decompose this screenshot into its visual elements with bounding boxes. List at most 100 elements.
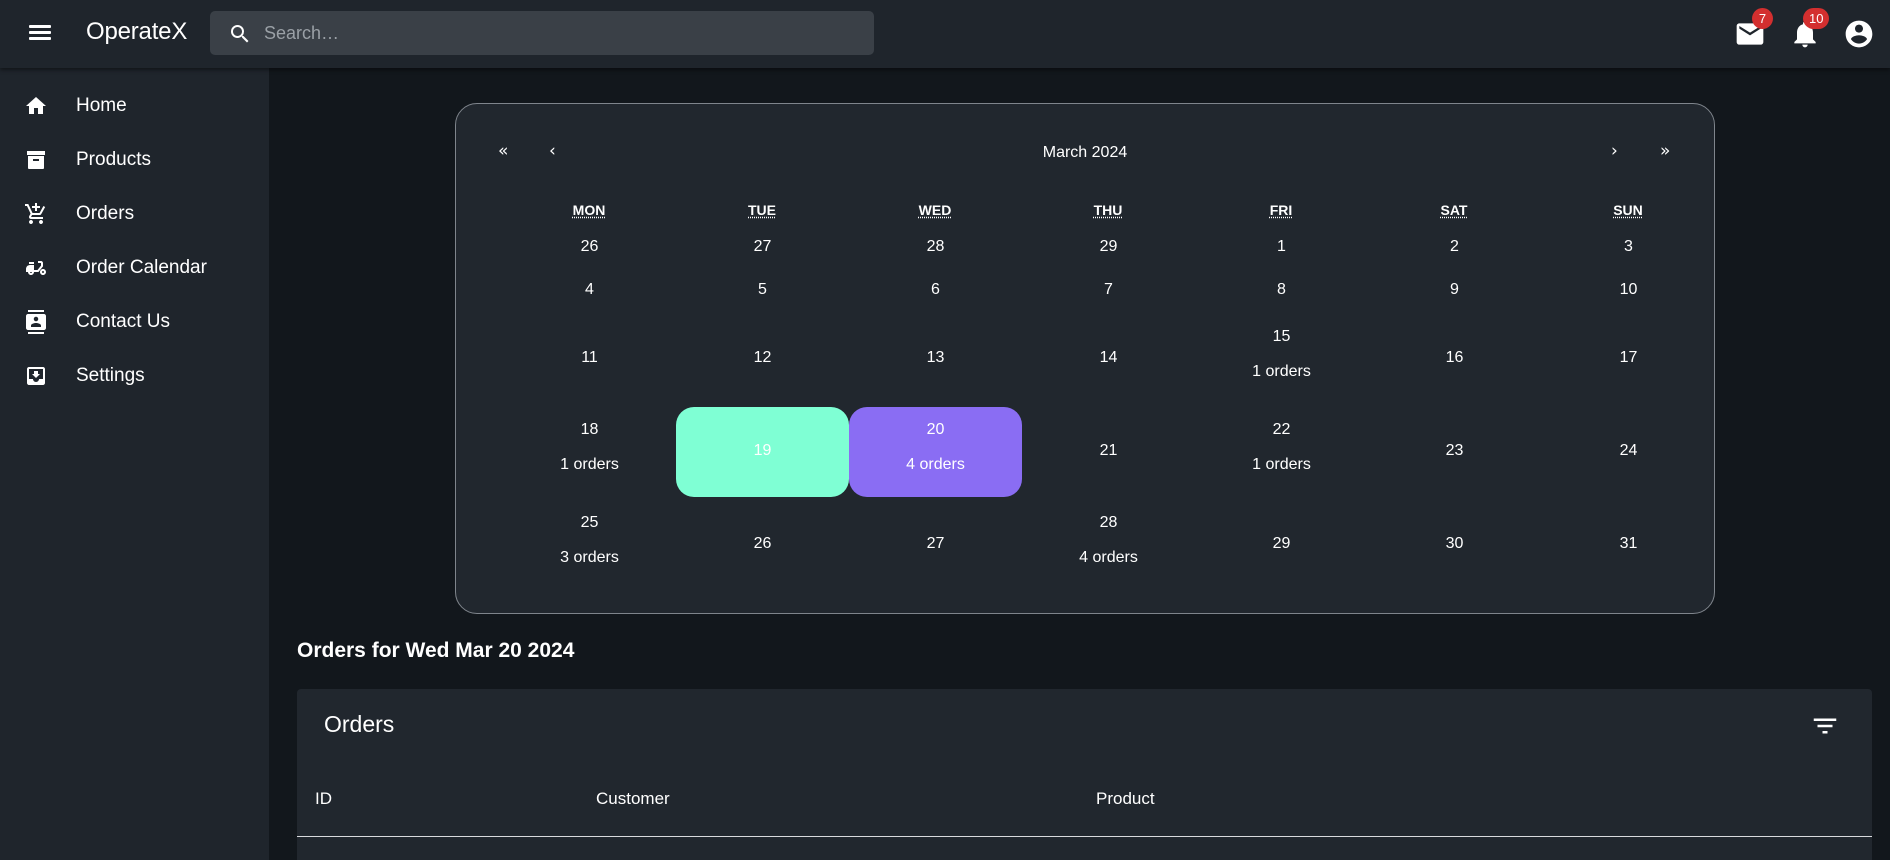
orders-date-heading: Orders for Wed Mar 20 2024 (297, 639, 574, 663)
mail-badge: 7 (1752, 8, 1773, 29)
search-box[interactable] (210, 11, 874, 55)
calendar-day-selected[interactable]: 20 4 orders (849, 407, 1022, 497)
calendar-day[interactable]: 9 (1368, 271, 1541, 311)
sidebar-item-settings[interactable]: Settings (0, 351, 269, 401)
orders-table-card: Orders ID Customer Product (297, 689, 1872, 860)
contact-icon (24, 310, 48, 334)
calendar-day[interactable]: 16 (1368, 314, 1541, 404)
day-number: 24 (1542, 442, 1715, 460)
calendar-day[interactable]: 27 (676, 228, 849, 268)
account-circle-icon (1843, 18, 1875, 50)
account-button[interactable] (1843, 18, 1875, 50)
archive-icon (24, 148, 48, 172)
calendar-day-today[interactable]: 19 (676, 407, 849, 497)
next-year-button[interactable]: » (1660, 141, 1670, 161)
search-input[interactable] (264, 11, 854, 55)
filter-button[interactable] (1810, 711, 1840, 741)
calendar-day[interactable]: 13 (849, 314, 1022, 404)
calendar-day[interactable]: 7 (1022, 271, 1195, 311)
calendar-day[interactable]: 11 (503, 314, 676, 404)
calendar-day[interactable]: 23 (1368, 407, 1541, 497)
sidebar-item-home[interactable]: Home (0, 81, 269, 131)
day-order-count: 3 orders (503, 549, 676, 567)
day-number: 12 (676, 349, 849, 367)
sidebar: Home Products Orders Order Calendar Cont… (0, 68, 269, 860)
menu-icon[interactable] (26, 22, 54, 46)
calendar-day[interactable]: 1 (1195, 228, 1368, 268)
calendar-day[interactable]: 15 1 orders (1195, 314, 1368, 404)
day-number: 26 (503, 238, 676, 256)
calendar-day[interactable]: 10 (1542, 271, 1715, 311)
day-number: 11 (503, 349, 676, 367)
day-number: 6 (849, 281, 1022, 299)
delivery-icon (24, 256, 48, 280)
calendar-day[interactable]: 3 (1542, 228, 1715, 268)
day-number: 26 (676, 535, 849, 553)
calendar-day[interactable]: 24 (1542, 407, 1715, 497)
weekday-header: SUN (1542, 202, 1714, 218)
calendar-day[interactable]: 26 (503, 228, 676, 268)
calendar-day[interactable]: 25 3 orders (503, 499, 676, 591)
app-brand[interactable]: OperateX (86, 18, 187, 46)
calendar-day[interactable]: 6 (849, 271, 1022, 311)
column-header-product[interactable]: Product (1096, 789, 1155, 809)
day-number: 25 (503, 514, 676, 532)
day-number: 29 (1195, 535, 1368, 553)
calendar-day[interactable]: 30 (1368, 499, 1541, 591)
table-header-divider (297, 836, 1872, 837)
calendar-day[interactable]: 26 (676, 499, 849, 591)
day-number: 1 (1195, 238, 1368, 256)
calendar-day[interactable]: 14 (1022, 314, 1195, 404)
column-header-id[interactable]: ID (315, 789, 332, 809)
calendar-day[interactable]: 21 (1022, 407, 1195, 497)
day-number: 4 (503, 281, 676, 299)
calendar-day[interactable]: 29 (1195, 499, 1368, 591)
day-number: 31 (1542, 535, 1715, 553)
mail-button[interactable]: 7 (1734, 18, 1766, 50)
inbox-download-icon (24, 364, 48, 388)
sidebar-item-order-calendar[interactable]: Order Calendar (0, 243, 269, 293)
day-number: 2 (1368, 238, 1541, 256)
day-number: 28 (849, 238, 1022, 256)
calendar-day[interactable]: 31 (1542, 499, 1715, 591)
day-number: 27 (676, 238, 849, 256)
calendar-day[interactable]: 28 (849, 228, 1022, 268)
weekday-header: MON (503, 202, 675, 218)
day-number: 14 (1022, 349, 1195, 367)
calendar-day[interactable]: 17 (1542, 314, 1715, 404)
notifications-badge: 10 (1803, 8, 1829, 29)
calendar-day[interactable]: 27 (849, 499, 1022, 591)
calendar-day[interactable]: 28 4 orders (1022, 499, 1195, 591)
sidebar-item-label: Home (76, 95, 127, 117)
day-number: 3 (1542, 238, 1715, 256)
day-number: 21 (1022, 442, 1195, 460)
day-order-count: 1 orders (503, 456, 676, 474)
month-label[interactable]: March 2024 (456, 144, 1714, 162)
weekday-header: SAT (1368, 202, 1540, 218)
next-month-button[interactable]: › (1611, 141, 1618, 161)
sidebar-item-contact-us[interactable]: Contact Us (0, 297, 269, 347)
day-number: 7 (1022, 281, 1195, 299)
calendar-day[interactable]: 29 (1022, 228, 1195, 268)
sidebar-item-orders[interactable]: Orders (0, 189, 269, 239)
sidebar-item-label: Orders (76, 203, 134, 225)
calendar-day[interactable]: 18 1 orders (503, 407, 676, 497)
calendar-day[interactable]: 5 (676, 271, 849, 311)
sidebar-item-products[interactable]: Products (0, 135, 269, 185)
day-number: 28 (1022, 514, 1195, 532)
calendar-day[interactable]: 22 1 orders (1195, 407, 1368, 497)
calendar-day[interactable]: 12 (676, 314, 849, 404)
day-number: 17 (1542, 349, 1715, 367)
home-icon (24, 94, 48, 118)
day-order-count: 1 orders (1195, 456, 1368, 474)
calendar-day[interactable]: 8 (1195, 271, 1368, 311)
calendar-day[interactable]: 2 (1368, 228, 1541, 268)
filter-list-icon (1810, 711, 1840, 741)
day-number: 22 (1195, 421, 1368, 439)
day-number: 9 (1368, 281, 1541, 299)
day-number: 18 (503, 421, 676, 439)
calendar-day[interactable]: 4 (503, 271, 676, 311)
column-header-customer[interactable]: Customer (596, 789, 670, 809)
notifications-button[interactable]: 10 (1789, 18, 1821, 50)
weekday-header: WED (849, 202, 1021, 218)
